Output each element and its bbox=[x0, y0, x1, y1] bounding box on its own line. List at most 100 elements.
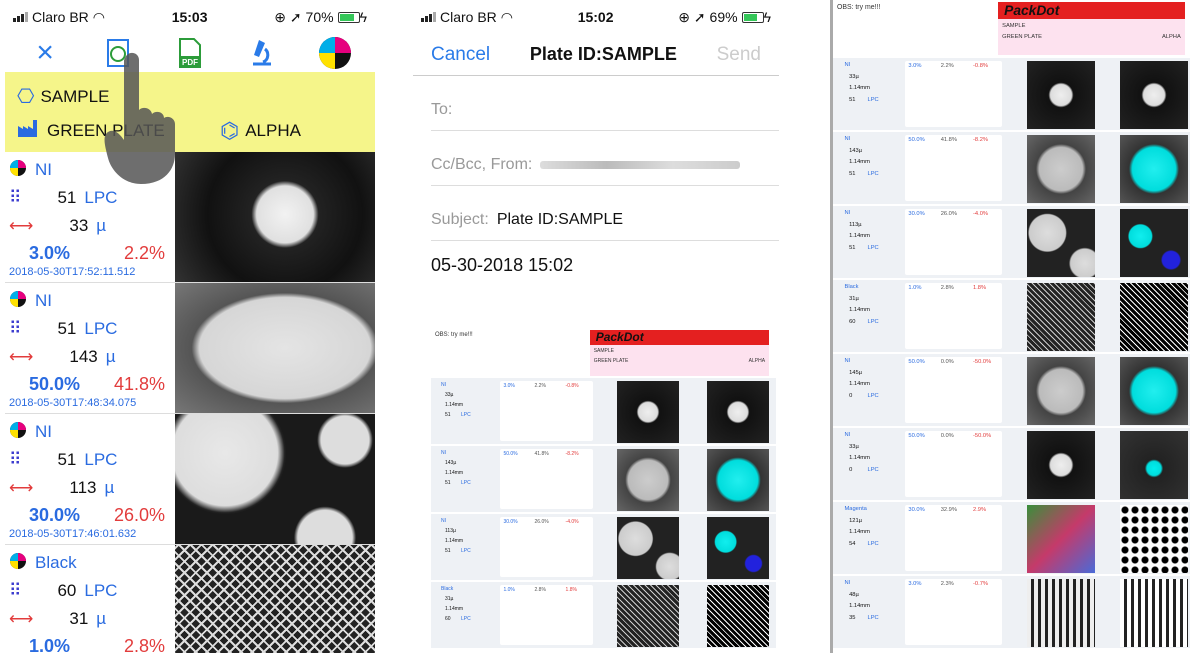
plate-size: 1.14mm bbox=[445, 470, 464, 476]
ink-name: Magenta bbox=[844, 506, 867, 513]
microscope-icon[interactable] bbox=[242, 34, 282, 72]
delta-percent: -0.8% bbox=[973, 63, 989, 70]
lpc-unit: LPC bbox=[867, 540, 879, 547]
lock-icon: ⊕ bbox=[678, 8, 691, 25]
target-percent: 30.0% bbox=[908, 507, 925, 514]
original-thumb bbox=[1026, 60, 1095, 129]
dot-image bbox=[175, 545, 375, 653]
location-icon: ➚ bbox=[693, 8, 706, 25]
values-box bbox=[904, 504, 1002, 571]
delta-percent: -50.0% bbox=[973, 433, 992, 440]
report-row: NI 33µ 1.14mm 51 LPC 3.0% 2.2% -0.8% bbox=[833, 57, 1190, 132]
plate-size: 1.14mm bbox=[849, 233, 870, 240]
obs-text: OBS: try me!!! bbox=[435, 332, 473, 338]
ink-name: NI bbox=[844, 210, 851, 217]
target-percent: 50.0% bbox=[908, 359, 925, 366]
report-row: NI 113µ 1.14mm 51 LPC 30.0% 26.0% -4.0% bbox=[833, 205, 1190, 280]
original-thumb bbox=[1026, 504, 1095, 573]
plate-type-icon: ⌬ bbox=[220, 118, 240, 143]
lpc-unit: LPC bbox=[84, 581, 118, 600]
list-item[interactable]: Black ⠿ 60 LPC ⟷ 31 µ 1.0% 2.8% bbox=[5, 545, 375, 653]
lpc-icon: ⠿ bbox=[9, 450, 22, 469]
plate-info-bar: ⎔ SAMPLE GREEN PLATE ⌬ ALPHA bbox=[5, 72, 375, 152]
cancel-button[interactable]: Cancel bbox=[431, 44, 490, 66]
report-full-preview[interactable]: OBS: try me!!! PackDot SAMPLE GREEN PLATE AL… bbox=[830, 0, 1190, 653]
report-header: OBS: try me!!! PackDot SAMPLE GREEN PLATE AL… bbox=[431, 328, 776, 378]
status-bar: Claro BR ◠ 15:03 ⊕ ➚ 70% ϟ bbox=[5, 0, 375, 34]
cc-field[interactable]: Cc/Bcc, From: bbox=[431, 145, 779, 186]
ink-name: NI bbox=[844, 136, 851, 143]
ink-name: Black bbox=[441, 586, 454, 592]
list-item[interactable]: NI ⠿ 51 LPC ⟷ 143 µ 50.0% 41.8% 2018-05-30T17… bbox=[5, 283, 375, 414]
carrier: Claro BR bbox=[32, 8, 89, 25]
lpc-value: 35 bbox=[849, 614, 856, 621]
lpc-value: 51 bbox=[849, 96, 856, 103]
dot-size-unit: µ bbox=[96, 609, 107, 628]
list-item[interactable]: NI ⠿ 51 LPC ⟷ 33 µ 3.0% 2.2% 2018-05-30T17:52… bbox=[5, 152, 375, 283]
cc-label: Cc/Bcc, From: bbox=[431, 156, 533, 173]
lpc-value: 51 bbox=[57, 188, 77, 207]
dot-size: 113µ bbox=[849, 221, 862, 228]
report-row: NI 113µ 1.14mm 51 LPC 30.0% 26.0% -4.0% bbox=[431, 514, 776, 582]
close-button[interactable]: × bbox=[25, 34, 65, 72]
dot-size-unit: µ bbox=[104, 478, 115, 497]
timestamp: 2018-05-30T17:48:34.075 bbox=[9, 397, 137, 409]
timestamp: 2018-05-30T17:46:01.632 bbox=[9, 528, 137, 540]
signal-icon bbox=[13, 11, 28, 22]
lpc-unit: LPC bbox=[461, 412, 471, 418]
plate-size: 1.14mm bbox=[849, 85, 870, 92]
lpc-unit: LPC bbox=[867, 466, 879, 473]
mail-nav-bar: Cancel Plate ID:SAMPLE Send bbox=[413, 34, 779, 76]
measured-percent: 32.9% bbox=[940, 507, 957, 514]
dot-size: 31 bbox=[69, 609, 89, 628]
carrier: Claro BR bbox=[440, 8, 497, 25]
list-item[interactable]: NI ⠿ 51 LPC ⟷ 113 µ 30.0% 26.0% 2018-05-30T17… bbox=[5, 414, 375, 545]
lpc-value: 60 bbox=[849, 318, 856, 325]
ink-name: NI bbox=[35, 422, 52, 441]
measured-percent: 2.2% bbox=[940, 63, 954, 70]
ink-name: NI bbox=[35, 160, 52, 179]
dot-size: 33µ bbox=[445, 392, 454, 398]
subject-field[interactable]: Subject: Plate ID:SAMPLE bbox=[431, 200, 779, 241]
values-box bbox=[500, 449, 594, 509]
clock: 15:03 bbox=[171, 9, 208, 25]
status-bar: Claro BR ◠ 15:02 ⊕ ➚ 69% ϟ bbox=[413, 0, 779, 34]
lpc-value: 60 bbox=[445, 616, 451, 622]
cmyk-icon[interactable] bbox=[315, 34, 355, 72]
mail-body-date[interactable]: 05-30-2018 15:02 bbox=[413, 241, 779, 290]
ink-name: NI bbox=[441, 450, 446, 456]
original-thumb bbox=[617, 517, 680, 579]
lpc-icon: ⠿ bbox=[9, 581, 22, 600]
to-field[interactable]: To: bbox=[431, 90, 779, 131]
lpc-value: 51 bbox=[849, 170, 856, 177]
wifi-icon: ◠ bbox=[92, 8, 105, 25]
report-attachment-preview[interactable]: OBS: try me!!! PackDot SAMPLE GREEN PLATE AL… bbox=[431, 328, 776, 653]
obs-text: OBS: try me!!! bbox=[837, 4, 881, 11]
measured-percent: 2.8% bbox=[940, 285, 954, 292]
lpc-unit: LPC bbox=[84, 188, 118, 207]
ink-name: NI bbox=[844, 580, 851, 587]
plate-size: 1.14mm bbox=[445, 538, 464, 544]
lpc-unit: LPC bbox=[84, 450, 118, 469]
measured-percent: 41.8% bbox=[534, 451, 549, 457]
lpc-value: 54 bbox=[849, 540, 856, 547]
plate-label: GREEN PLATE bbox=[593, 358, 629, 364]
measured-percent: 0.0% bbox=[940, 359, 954, 366]
original-thumb bbox=[1026, 356, 1095, 425]
target-percent: 3.0% bbox=[29, 242, 71, 263]
plate-size: 1.14mm bbox=[849, 455, 870, 462]
dot-size: 121µ bbox=[849, 517, 863, 524]
analysed-thumb bbox=[1120, 356, 1189, 425]
ink-name: NI bbox=[844, 432, 851, 439]
cmyk-icon bbox=[9, 552, 27, 575]
battery-icon bbox=[337, 12, 360, 24]
target-percent: 30.0% bbox=[908, 211, 925, 218]
target-percent: 1.0% bbox=[908, 285, 922, 292]
send-button[interactable]: Send bbox=[717, 44, 761, 66]
original-thumb bbox=[1026, 134, 1095, 203]
ink-name: Black bbox=[844, 284, 859, 291]
dot-size-unit: µ bbox=[96, 216, 107, 235]
report-row: Black 31µ 1.14mm 60 LPC 1.0% 2.8% 1.8% bbox=[833, 279, 1190, 354]
dot-size: 113 bbox=[69, 478, 97, 497]
dot-size: 31µ bbox=[849, 295, 859, 302]
